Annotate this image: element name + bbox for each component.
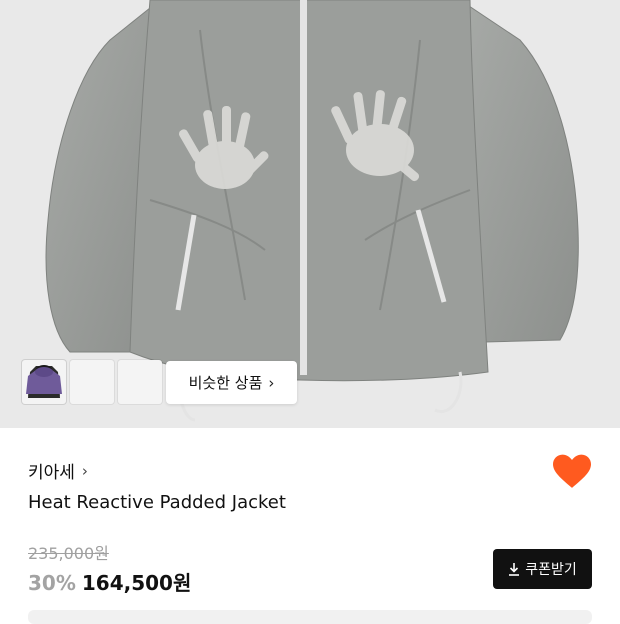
chevron-right-icon: › [81,461,88,480]
brand-link[interactable]: 키아세 › [28,458,88,484]
brand-name: 키아세 [28,463,75,483]
sale-price: 164,500원 [81,571,192,595]
product-info: 키아세 › Heat Reactive Padded Jacket 235,00… [0,428,620,624]
download-icon [509,563,520,576]
similar-products-button[interactable]: 비슷한 상품 › [166,361,297,404]
original-price: 235,000원 [28,544,109,563]
info-banner [28,610,592,624]
product-title: Heat Reactive Padded Jacket [28,492,286,513]
discount-rate: 30% [28,571,76,595]
thumbnail-purple-jacket[interactable] [26,360,162,404]
coupon-label: 쿠폰받기 [525,562,577,578]
chevron-right-icon: › [268,373,275,392]
product-image-area[interactable]: 비슷한 상품 › [0,0,620,428]
thumbnail-black-jacket[interactable] [28,360,114,404]
similar-products-label: 비슷한 상품 [188,374,263,392]
sale-price-row: 30% 164,500원 [28,567,191,596]
download-coupon-button[interactable]: 쿠폰받기 [493,549,592,589]
heart-icon[interactable] [553,454,591,490]
thumbnail-strip [22,360,162,404]
